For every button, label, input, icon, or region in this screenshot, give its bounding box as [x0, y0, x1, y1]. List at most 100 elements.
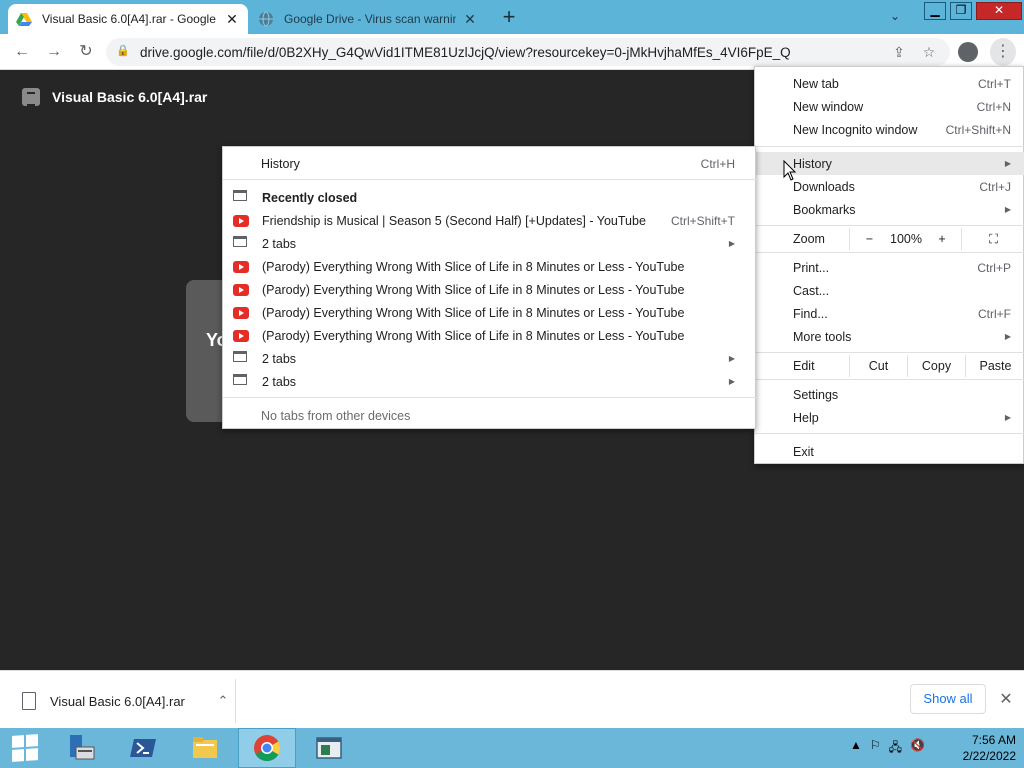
youtube-icon — [233, 283, 249, 296]
menu-item-bookmarks[interactable]: Bookmarks ▶ — [755, 198, 1024, 221]
cut-button[interactable]: Cut — [849, 355, 907, 377]
zoom-label: Zoom — [793, 232, 825, 246]
taskbar-powershell[interactable] — [114, 728, 172, 768]
submenu-arrow-icon: ▶ — [728, 377, 735, 386]
zoom-row: Zoom − 100% + ⛶ — [755, 228, 1024, 250]
zoom-in-button[interactable]: + — [927, 228, 957, 250]
menu-item-find[interactable]: Find... Ctrl+F — [755, 302, 1024, 325]
system-tray: ▲ ⚐ 🖧 🔇 — [850, 738, 925, 759]
taskbar-app[interactable] — [300, 728, 358, 768]
history-item[interactable]: (Parody) Everything Wrong With Slice of … — [223, 278, 757, 301]
menu-divider — [223, 397, 757, 398]
youtube-icon — [233, 260, 249, 273]
menu-item-print[interactable]: Print... Ctrl+P — [755, 256, 1024, 279]
tab-google-drive-file[interactable]: Visual Basic 6.0[A4].rar - Google ✕ — [8, 4, 248, 34]
menu-divider — [223, 179, 757, 180]
minimize-button[interactable]: ▁ — [924, 2, 946, 20]
tab-virus-scan-warning[interactable]: Google Drive - Virus scan warnin ✕ — [250, 4, 486, 34]
tab-search-chevron-icon[interactable]: ⌄ — [890, 9, 906, 25]
submenu-arrow-icon: ▶ — [1004, 413, 1011, 422]
google-drive-icon — [16, 13, 32, 26]
submenu-arrow-icon: ▶ — [728, 354, 735, 363]
lock-icon[interactable]: 🔒 — [116, 44, 132, 60]
archive-file-icon — [22, 88, 40, 106]
network-icon[interactable]: 🖧 — [889, 738, 902, 759]
edit-row: Edit Cut Copy Paste — [755, 355, 1024, 377]
browser-toolbar: ← → ↻ 🔒 drive.google.com/file/d/0B2XHy_G… — [0, 34, 1024, 70]
new-tab-button[interactable]: + — [498, 6, 520, 29]
folder-icon — [193, 737, 217, 758]
tray-overflow-icon[interactable]: ▲ — [850, 738, 862, 759]
chevron-up-icon[interactable]: ⌃ — [211, 693, 235, 709]
window-icon — [233, 373, 247, 385]
window-icon — [233, 235, 247, 247]
menu-divider — [755, 146, 1024, 147]
address-bar[interactable]: 🔒 drive.google.com/file/d/0B2XHy_G4QwVid… — [106, 38, 950, 66]
close-tab-icon[interactable]: ✕ — [224, 11, 240, 27]
windows-taskbar: ▲ ⚐ 🖧 🔇 7:56 AM 2/22/2022 — [0, 728, 1024, 768]
zoom-level: 100% — [890, 232, 922, 246]
forward-arrow-icon[interactable]: → — [44, 42, 64, 62]
powershell-icon — [130, 739, 156, 757]
profile-avatar-icon[interactable] — [958, 42, 978, 62]
file-icon — [22, 692, 36, 710]
history-item-tab-group[interactable]: 2 tabs ▶ — [223, 370, 757, 393]
close-shelf-icon[interactable]: ✕ — [996, 689, 1016, 709]
tab-title: Visual Basic 6.0[A4].rar - Google — [42, 12, 216, 26]
restore-button[interactable]: ❐ — [950, 2, 972, 20]
menu-divider — [755, 225, 1024, 226]
file-title: Visual Basic 6.0[A4].rar — [52, 89, 208, 105]
youtube-icon — [233, 214, 249, 227]
history-item[interactable]: (Parody) Everything Wrong With Slice of … — [223, 255, 757, 278]
download-item[interactable]: Visual Basic 6.0[A4].rar ⌃ — [14, 679, 236, 723]
history-item-tab-group[interactable]: 2 tabs ▶ — [223, 232, 757, 255]
paste-button[interactable]: Paste — [965, 355, 1024, 377]
drive-file-header: Visual Basic 6.0[A4].rar — [22, 88, 207, 106]
bookmark-star-icon[interactable]: ☆ — [920, 43, 938, 61]
menu-item-settings[interactable]: Settings — [755, 383, 1024, 406]
action-center-flag-icon[interactable]: ⚐ — [870, 738, 881, 759]
menu-item-cast[interactable]: Cast... — [755, 279, 1024, 302]
taskbar-server-manager[interactable] — [52, 728, 110, 768]
menu-divider — [755, 352, 1024, 353]
chrome-icon — [254, 735, 281, 762]
url-text[interactable]: drive.google.com/file/d/0B2XHy_G4QwVid1I… — [140, 45, 890, 60]
menu-divider — [755, 252, 1024, 253]
window-icon — [233, 189, 247, 201]
system-clock[interactable]: 7:56 AM 2/22/2022 — [944, 732, 1016, 764]
show-all-button[interactable]: Show all — [910, 684, 986, 714]
taskbar-file-explorer[interactable] — [176, 728, 234, 768]
chrome-main-menu: New tab Ctrl+T New window Ctrl+N New Inc… — [754, 66, 1024, 464]
reload-icon[interactable]: ↻ — [76, 42, 96, 62]
server-manager-icon — [70, 735, 95, 760]
no-other-devices-label: No tabs from other devices — [261, 408, 411, 423]
copy-button[interactable]: Copy — [907, 355, 965, 377]
taskbar-chrome[interactable] — [238, 728, 296, 768]
menu-item-incognito[interactable]: New Incognito window Ctrl+Shift+N — [755, 118, 1024, 141]
menu-divider — [755, 379, 1024, 380]
history-item[interactable]: (Parody) Everything Wrong With Slice of … — [223, 324, 757, 347]
menu-item-new-tab[interactable]: New tab Ctrl+T — [755, 72, 1024, 95]
start-button[interactable] — [0, 728, 50, 768]
share-icon[interactable]: ⇪ — [890, 43, 908, 61]
volume-muted-icon[interactable]: 🔇 — [910, 738, 925, 759]
fullscreen-icon[interactable]: ⛶ — [961, 228, 1024, 250]
close-window-button[interactable]: ✕ — [976, 2, 1022, 20]
history-item-tab-group[interactable]: 2 tabs ▶ — [223, 347, 757, 370]
history-item[interactable]: (Parody) Everything Wrong With Slice of … — [223, 301, 757, 324]
menu-item-exit[interactable]: Exit — [755, 440, 1024, 463]
clock-date: 2/22/2022 — [962, 749, 1016, 763]
close-tab-icon[interactable]: ✕ — [462, 11, 478, 27]
back-arrow-icon[interactable]: ← — [12, 42, 32, 62]
submenu-item-history[interactable]: History Ctrl+H — [223, 152, 757, 175]
zoom-out-button[interactable]: − — [849, 228, 889, 250]
history-item[interactable]: Friendship is Musical | Season 5 (Second… — [223, 209, 757, 232]
globe-icon — [259, 11, 273, 27]
menu-item-new-window[interactable]: New window Ctrl+N — [755, 95, 1024, 118]
edit-label: Edit — [793, 359, 815, 373]
menu-item-more-tools[interactable]: More tools ▶ — [755, 325, 1024, 348]
chrome-menu-icon[interactable]: ⋮ — [990, 38, 1016, 66]
clock-time: 7:56 AM — [971, 733, 1016, 747]
submenu-arrow-icon: ▶ — [1004, 205, 1011, 214]
menu-item-help[interactable]: Help ▶ — [755, 406, 1024, 429]
